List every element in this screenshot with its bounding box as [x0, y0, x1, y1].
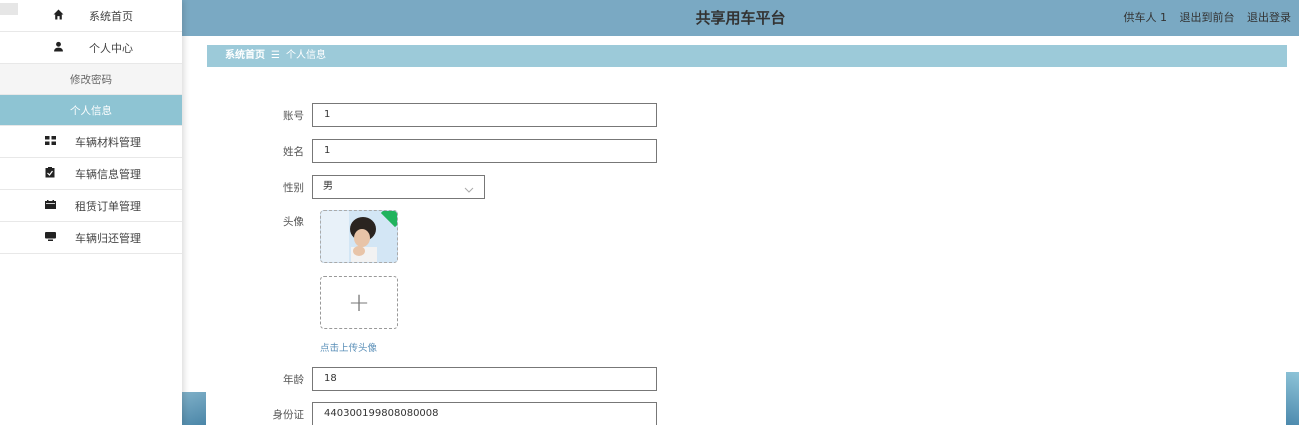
- monitor-icon: [41, 231, 59, 244]
- sidebar-subitem-label: 个人信息: [70, 104, 112, 117]
- breadcrumb-current: 个人信息: [285, 50, 326, 61]
- user-icon: [49, 41, 67, 55]
- sidebar: 系统首页 个人中心 修改密码 个人信息 车辆材料管理 车辆信息管理 租赁订单管理…: [0, 0, 182, 425]
- age-input[interactable]: 18: [312, 367, 657, 391]
- gender-row: 性别 男: [240, 175, 485, 199]
- id-card-row: 身份证 440300199808080008: [240, 402, 657, 425]
- breadcrumb: 系统首页 ☰ 个人信息: [207, 45, 1287, 67]
- breadcrumb-separator: ☰: [271, 50, 280, 61]
- avatar-label: 头像: [283, 216, 304, 228]
- account-label: 账号: [283, 109, 304, 122]
- account-row: 账号 1: [240, 103, 657, 127]
- sidebar-subitem-personal-info[interactable]: 个人信息: [0, 95, 182, 126]
- upload-hint: 点击上传头像: [320, 343, 378, 354]
- sidebar-item-vehicle-info[interactable]: 车辆信息管理: [0, 158, 182, 190]
- gender-label: 性别: [283, 181, 304, 194]
- clipboard-icon: [41, 166, 59, 181]
- top-bar: 共享用车平台 供车人 1 退出到前台 退出登录: [182, 0, 1299, 36]
- sidebar-item-label: 车辆归还管理: [75, 231, 141, 245]
- sidebar-subitem-label: 修改密码: [70, 73, 112, 86]
- id-card-input[interactable]: 440300199808080008: [312, 402, 657, 425]
- background-decoration: [1286, 372, 1299, 425]
- sidebar-item-vehicle-returns[interactable]: 车辆归还管理: [0, 222, 182, 254]
- plus-icon: +: [348, 287, 370, 318]
- age-row: 年龄 18: [240, 367, 657, 391]
- logout-link[interactable]: 退出登录: [1247, 11, 1291, 24]
- avatar-image[interactable]: [320, 210, 398, 263]
- id-card-label: 身份证: [272, 408, 305, 421]
- age-label: 年龄: [283, 373, 304, 386]
- name-row: 姓名 1: [240, 139, 657, 163]
- grid-icon: [41, 135, 59, 148]
- upload-avatar-button[interactable]: +: [320, 276, 398, 329]
- calendar-icon: [41, 199, 59, 212]
- sidebar-item-profile[interactable]: 个人中心: [0, 32, 182, 64]
- background-decoration: [182, 392, 206, 425]
- breadcrumb-home[interactable]: 系统首页: [225, 50, 265, 61]
- sidebar-subitem-change-password[interactable]: 修改密码: [0, 64, 182, 95]
- name-label: 姓名: [283, 145, 304, 158]
- corner-marker: [0, 3, 18, 15]
- home-icon: [49, 9, 67, 23]
- back-to-frontend-link[interactable]: 退出到前台: [1180, 11, 1235, 24]
- top-links: 供车人 1 退出到前台 退出登录: [1115, 0, 1292, 36]
- current-user: 供车人 1: [1123, 11, 1168, 24]
- sidebar-item-rental-orders[interactable]: 租赁订单管理: [0, 190, 182, 222]
- gender-value: 男: [323, 181, 333, 192]
- gender-select[interactable]: 男: [312, 175, 485, 199]
- sidebar-item-vehicle-materials[interactable]: 车辆材料管理: [0, 126, 182, 158]
- sidebar-item-home[interactable]: 系统首页: [0, 0, 182, 32]
- sidebar-item-label: 系统首页: [89, 9, 133, 23]
- sidebar-item-label: 个人中心: [89, 41, 133, 55]
- sidebar-item-label: 车辆信息管理: [75, 167, 141, 181]
- sidebar-item-label: 车辆材料管理: [75, 135, 141, 149]
- name-input[interactable]: 1: [312, 139, 657, 163]
- chevron-down-icon: [464, 180, 474, 202]
- avatar-row: 头像: [240, 214, 312, 229]
- account-input[interactable]: 1: [312, 103, 657, 127]
- sidebar-item-label: 租赁订单管理: [75, 199, 141, 213]
